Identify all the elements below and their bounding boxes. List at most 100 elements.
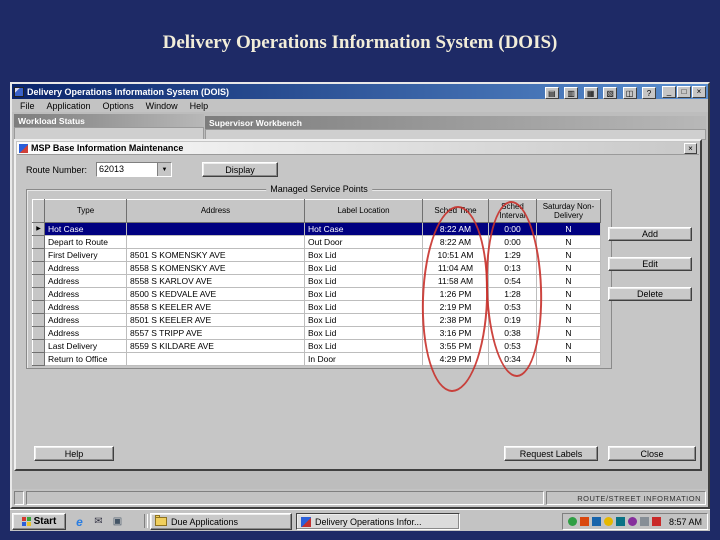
task-button-due-applications[interactable]: Due Applications	[150, 513, 292, 530]
volume-icon[interactable]	[579, 517, 589, 526]
cell-sched-time[interactable]: 3:55 PM	[422, 339, 489, 353]
row-selector-cell[interactable]	[32, 352, 45, 366]
cell-type[interactable]: Last Delivery	[44, 339, 127, 353]
table-row[interactable]: Address 8558 S KOMENSKY AVE Box Lid 11:0…	[32, 261, 601, 275]
row-selector-cell[interactable]	[32, 235, 45, 249]
cell-type[interactable]: Address	[44, 300, 127, 314]
cell-label-location[interactable]: Box Lid	[304, 326, 423, 340]
cell-sched-interval[interactable]: 0:19	[488, 313, 537, 327]
add-button[interactable]: Add	[608, 227, 692, 241]
menu-options[interactable]: Options	[97, 101, 140, 111]
table-row[interactable]: Last Delivery 8559 S KILDARE AVE Box Lid…	[32, 339, 601, 353]
row-selector-cell[interactable]	[32, 339, 45, 353]
cell-type[interactable]: Address	[44, 274, 127, 288]
cell-label-location[interactable]: Box Lid	[304, 248, 423, 262]
cell-type[interactable]: Depart to Route	[44, 235, 127, 249]
row-selector-cell[interactable]	[32, 313, 45, 327]
delete-button[interactable]: Delete	[608, 287, 692, 301]
dialog-titlebar[interactable]: MSP Base Information Maintenance ×	[17, 142, 699, 155]
row-selector-cell[interactable]	[32, 300, 45, 314]
task-button-delivery-operations[interactable]: Delivery Operations Infor...	[296, 513, 460, 530]
cell-sched-interval[interactable]: 0:38	[488, 326, 537, 340]
cell-saturday-non-delivery[interactable]: N	[536, 313, 601, 327]
cell-address[interactable]: 8501 S KEELER AVE	[126, 313, 305, 327]
cell-address[interactable]: 8558 S KARLOV AVE	[126, 274, 305, 288]
antivirus-icon[interactable]	[591, 517, 601, 526]
row-selector-cell[interactable]	[32, 326, 45, 340]
cell-label-location[interactable]: Box Lid	[304, 287, 423, 301]
reports-tool-icon[interactable]: ▦	[583, 87, 598, 99]
row-selector-cell[interactable]	[32, 274, 45, 288]
cell-saturday-non-delivery[interactable]: N	[536, 222, 601, 236]
cell-type[interactable]: Address	[44, 261, 127, 275]
table-row[interactable]: ▶ Hot Case Hot Case 8:22 AM 0:00 N	[32, 222, 601, 236]
cell-address[interactable]	[126, 222, 305, 236]
cell-label-location[interactable]: In Door	[304, 352, 423, 366]
dialog-close-button[interactable]: ×	[684, 142, 697, 154]
cell-sched-interval[interactable]: 0:34	[488, 352, 537, 366]
menu-application[interactable]: Application	[41, 101, 97, 111]
show-desktop-icon[interactable]: ▣	[110, 514, 125, 529]
minimize-button[interactable]: _	[662, 85, 676, 98]
cell-label-location[interactable]: Out Door	[304, 235, 423, 249]
cell-saturday-non-delivery[interactable]: N	[536, 352, 601, 366]
help-button[interactable]: Help	[34, 446, 114, 461]
cell-saturday-non-delivery[interactable]: N	[536, 248, 601, 262]
table-row[interactable]: First Delivery 8501 S KOMENSKY AVE Box L…	[32, 248, 601, 262]
printer-icon[interactable]	[627, 517, 637, 526]
cell-saturday-non-delivery[interactable]: N	[536, 235, 601, 249]
status-tool-icon[interactable]: ▤	[544, 87, 559, 99]
display-settings-icon[interactable]	[615, 517, 625, 526]
window-tool-icon[interactable]: ◫	[622, 87, 637, 99]
routes-tool-icon[interactable]: ▥	[564, 87, 579, 99]
cell-address[interactable]: 8558 S KEELER AVE	[126, 300, 305, 314]
network-icon[interactable]	[567, 517, 577, 526]
row-selector-cell[interactable]	[32, 248, 45, 262]
cell-sched-time[interactable]: 11:04 AM	[422, 261, 489, 275]
cell-sched-interval[interactable]: 0:53	[488, 339, 537, 353]
cell-sched-interval[interactable]: 0:13	[488, 261, 537, 275]
cell-type[interactable]: Address	[44, 326, 127, 340]
cell-sched-time[interactable]: 4:29 PM	[422, 352, 489, 366]
cell-sched-time[interactable]: 8:22 AM	[422, 235, 489, 249]
cell-address[interactable]: 8559 S KILDARE AVE	[126, 339, 305, 353]
cell-sched-interval[interactable]: 0:53	[488, 300, 537, 314]
cell-saturday-non-delivery[interactable]: N	[536, 287, 601, 301]
menu-window[interactable]: Window	[140, 101, 184, 111]
table-row[interactable]: Address 8557 S TRIPP AVE Box Lid 3:16 PM…	[32, 326, 601, 340]
maximize-button[interactable]: □	[677, 85, 691, 98]
cell-saturday-non-delivery[interactable]: N	[536, 339, 601, 353]
updates-icon[interactable]	[651, 517, 661, 526]
cell-label-location[interactable]: Hot Case	[304, 222, 423, 236]
table-row[interactable]: Address 8558 S KARLOV AVE Box Lid 11:58 …	[32, 274, 601, 288]
menu-help[interactable]: Help	[184, 101, 215, 111]
cell-sched-time[interactable]: 3:16 PM	[422, 326, 489, 340]
table-row[interactable]: Address 8500 S KEDVALE AVE Box Lid 1:26 …	[32, 287, 601, 301]
scheduler-icon[interactable]	[603, 517, 613, 526]
cell-label-location[interactable]: Box Lid	[304, 274, 423, 288]
cell-saturday-non-delivery[interactable]: N	[536, 300, 601, 314]
table-row[interactable]: Address 8501 S KEELER AVE Box Lid 2:38 P…	[32, 313, 601, 327]
cell-sched-interval[interactable]: 1:29	[488, 248, 537, 262]
cell-type[interactable]: Address	[44, 287, 127, 301]
cell-type[interactable]: Return to Office	[44, 352, 127, 366]
cell-type[interactable]: Address	[44, 313, 127, 327]
chevron-down-icon[interactable]: ▼	[157, 163, 171, 176]
cell-sched-time[interactable]: 11:58 AM	[422, 274, 489, 288]
cell-sched-interval[interactable]: 1:28	[488, 287, 537, 301]
charts-tool-icon[interactable]: ▧	[603, 87, 618, 99]
internet-explorer-icon[interactable]: e	[72, 514, 87, 529]
cell-type[interactable]: First Delivery	[44, 248, 127, 262]
cell-address[interactable]: 8500 S KEDVALE AVE	[126, 287, 305, 301]
cell-label-location[interactable]: Box Lid	[304, 300, 423, 314]
display-button[interactable]: Display	[202, 162, 278, 177]
request-labels-button[interactable]: Request Labels	[504, 446, 598, 461]
route-number-value[interactable]: 62013	[97, 163, 157, 176]
messenger-icon[interactable]	[639, 517, 649, 526]
cell-label-location[interactable]: Box Lid	[304, 313, 423, 327]
main-titlebar[interactable]: Delivery Operations Information System (…	[12, 84, 708, 99]
cell-sched-interval[interactable]: 0:00	[488, 235, 537, 249]
cell-address[interactable]	[126, 235, 305, 249]
cell-sched-time[interactable]: 1:26 PM	[422, 287, 489, 301]
cell-sched-time[interactable]: 10:51 AM	[422, 248, 489, 262]
